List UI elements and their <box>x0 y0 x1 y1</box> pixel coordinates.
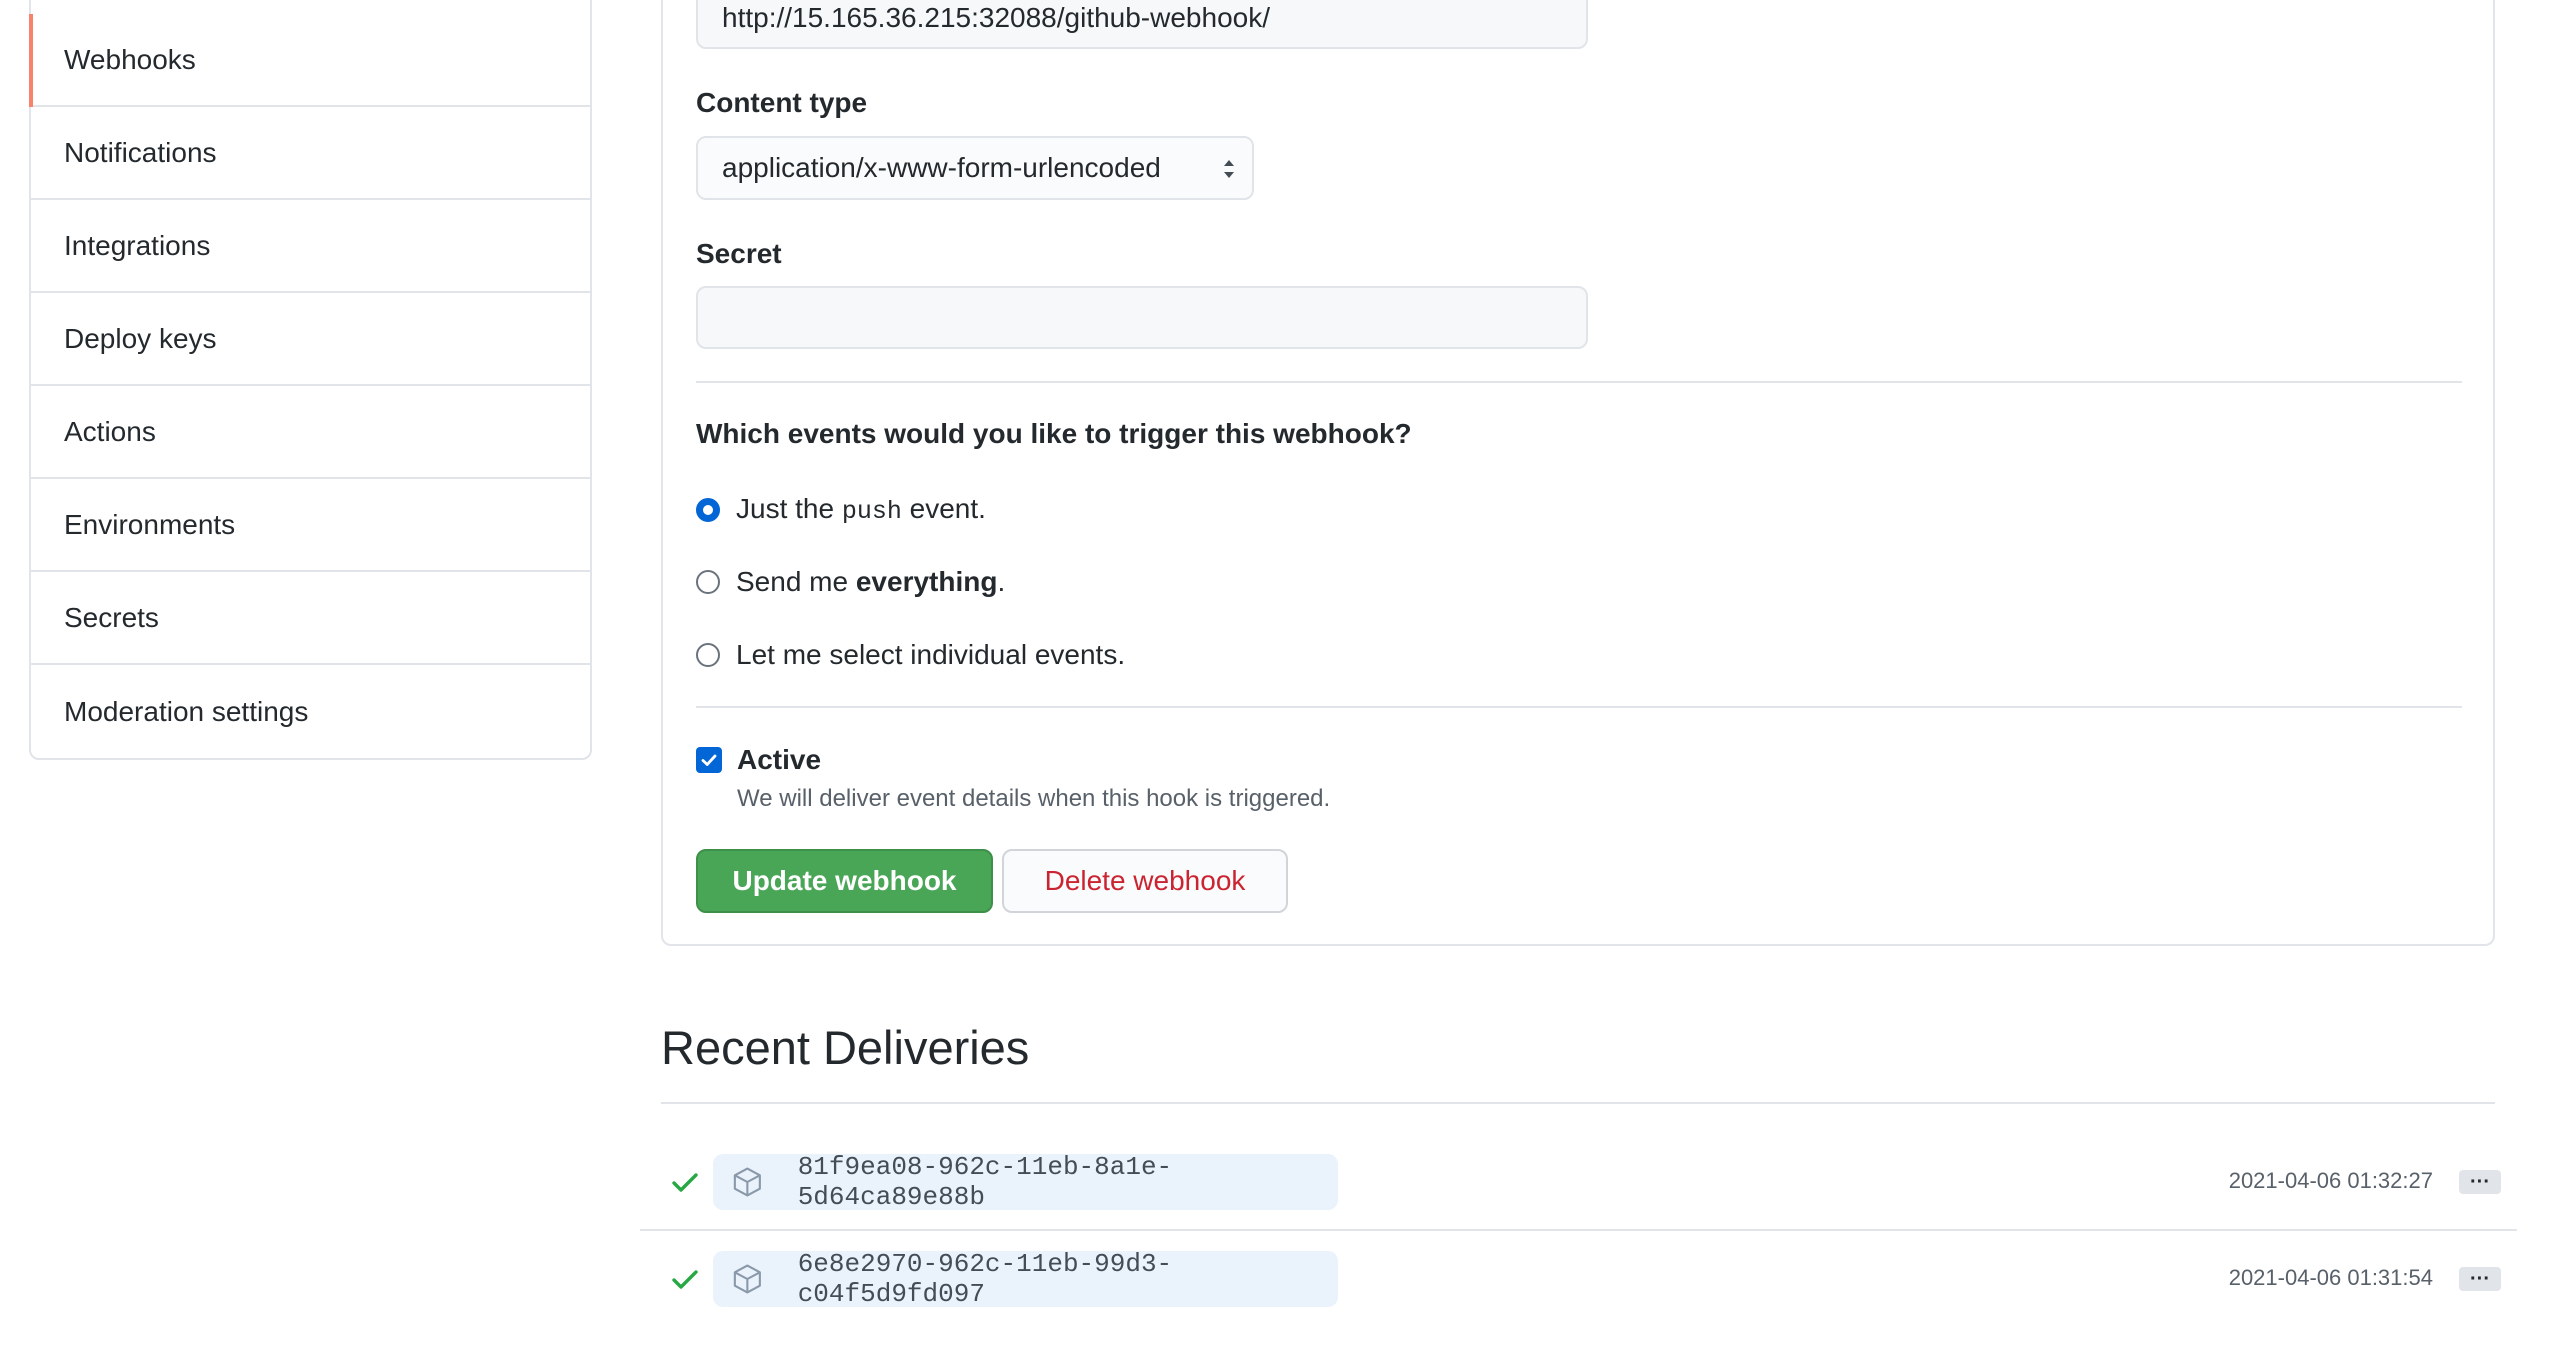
delivery-row[interactable]: 81f9ea08-962c-11eb-8a1e-5d64ca89e88b 202… <box>661 1152 2501 1212</box>
more-options-button[interactable]: ··· <box>2459 1267 2501 1291</box>
content-type-select[interactable]: application/x-www-form-urlencoded <box>696 136 1254 200</box>
radio-label-individual: Let me select individual events. <box>736 639 1126 670</box>
sidebar-item-label: Integrations <box>64 229 211 261</box>
radio-everything[interactable]: Send me everything. <box>696 566 1005 598</box>
recent-deliveries-title: Recent Deliveries <box>661 1021 1030 1074</box>
payload-url-value: http://15.165.36.215:32088/github-webhoo… <box>722 1 1270 33</box>
sidebar-item-label: Notifications <box>64 136 217 168</box>
select-caret-icon <box>1224 160 1234 178</box>
sidebar-item-notifications[interactable]: Notifications <box>31 107 590 200</box>
delivery-timestamp: 2021-04-06 01:32:27 <box>2228 1168 2433 1193</box>
settings-sidebar: Webhooks Notifications Integrations Depl… <box>29 0 592 760</box>
delivery-guid-pill[interactable]: 6e8e2970-962c-11eb-99d3-c04f5d9fd097 <box>713 1249 1338 1309</box>
payload-url-input[interactable]: http://15.165.36.215:32088/github-webhoo… <box>696 0 1588 49</box>
checkbox-check-icon <box>701 754 717 766</box>
radio-label-push: Just the push event. <box>736 493 986 526</box>
recent-divider <box>661 1102 2495 1104</box>
package-icon <box>733 1167 761 1197</box>
active-note: We will deliver event details when this … <box>737 785 1331 812</box>
sidebar-item-webhooks[interactable]: Webhooks <box>29 0 590 107</box>
delivery-row[interactable]: 6e8e2970-962c-11eb-99d3-c04f5d9fd097 202… <box>661 1249 2501 1309</box>
push-code: push <box>841 497 902 526</box>
update-webhook-button[interactable]: Update webhook <box>696 849 993 913</box>
active-label: Active <box>737 744 822 775</box>
sidebar-item-integrations[interactable]: Integrations <box>31 200 590 293</box>
sidebar-item-moderation-settings[interactable]: Moderation settings <box>31 665 590 758</box>
secret-label: Secret <box>696 238 782 269</box>
delivery-divider <box>640 1229 2517 1231</box>
sidebar-item-label: Moderation settings <box>64 695 309 727</box>
sidebar-item-secrets[interactable]: Secrets <box>31 572 590 665</box>
radio-label-everything: Send me everything. <box>736 566 1005 598</box>
radio-button[interactable] <box>696 643 720 667</box>
radio-individual-events[interactable]: Let me select individual events. <box>696 639 1125 671</box>
check-icon <box>672 1270 698 1289</box>
sidebar-item-label: Actions <box>64 415 156 447</box>
sidebar-item-environments[interactable]: Environments <box>31 479 590 572</box>
delete-webhook-button[interactable]: Delete webhook <box>1002 849 1288 913</box>
radio-label-suffix: event. <box>901 493 986 524</box>
sidebar-item-label: Environments <box>64 508 236 540</box>
everything-bold: everything <box>855 566 998 597</box>
delivery-guid: 81f9ea08-962c-11eb-8a1e-5d64ca89e88b <box>797 1152 1173 1212</box>
radio-button-selected[interactable] <box>696 497 720 522</box>
active-checkbox[interactable] <box>696 747 722 773</box>
radio-label-prefix: Send me <box>736 566 856 597</box>
content-type-label: Content type <box>696 87 868 118</box>
radio-button[interactable] <box>696 570 720 594</box>
delivery-guid-pill[interactable]: 81f9ea08-962c-11eb-8a1e-5d64ca89e88b <box>713 1152 1338 1212</box>
sidebar-item-label: Deploy keys <box>64 322 217 354</box>
sidebar-item-actions[interactable]: Actions <box>31 386 590 479</box>
check-icon <box>672 1173 698 1192</box>
section-divider <box>696 706 2462 708</box>
sidebar-item-label: Secrets <box>64 601 159 633</box>
content-type-value: application/x-www-form-urlencoded <box>722 152 1161 183</box>
section-divider <box>696 381 2462 383</box>
delivery-guid: 6e8e2970-962c-11eb-99d3-c04f5d9fd097 <box>797 1249 1173 1309</box>
radio-label-suffix: . <box>997 566 1006 597</box>
sidebar-item-label: Webhooks <box>64 43 196 75</box>
package-icon <box>733 1264 761 1294</box>
secret-input[interactable] <box>696 286 1588 349</box>
sidebar-item-deploy-keys[interactable]: Deploy keys <box>31 293 590 386</box>
more-options-button[interactable]: ··· <box>2459 1170 2501 1194</box>
radio-label-prefix: Just the <box>736 493 842 524</box>
events-question: Which events would you like to trigger t… <box>696 418 1412 449</box>
delivery-timestamp: 2021-04-06 01:31:54 <box>2228 1265 2433 1290</box>
radio-push-event[interactable]: Just the push event. <box>696 493 986 526</box>
